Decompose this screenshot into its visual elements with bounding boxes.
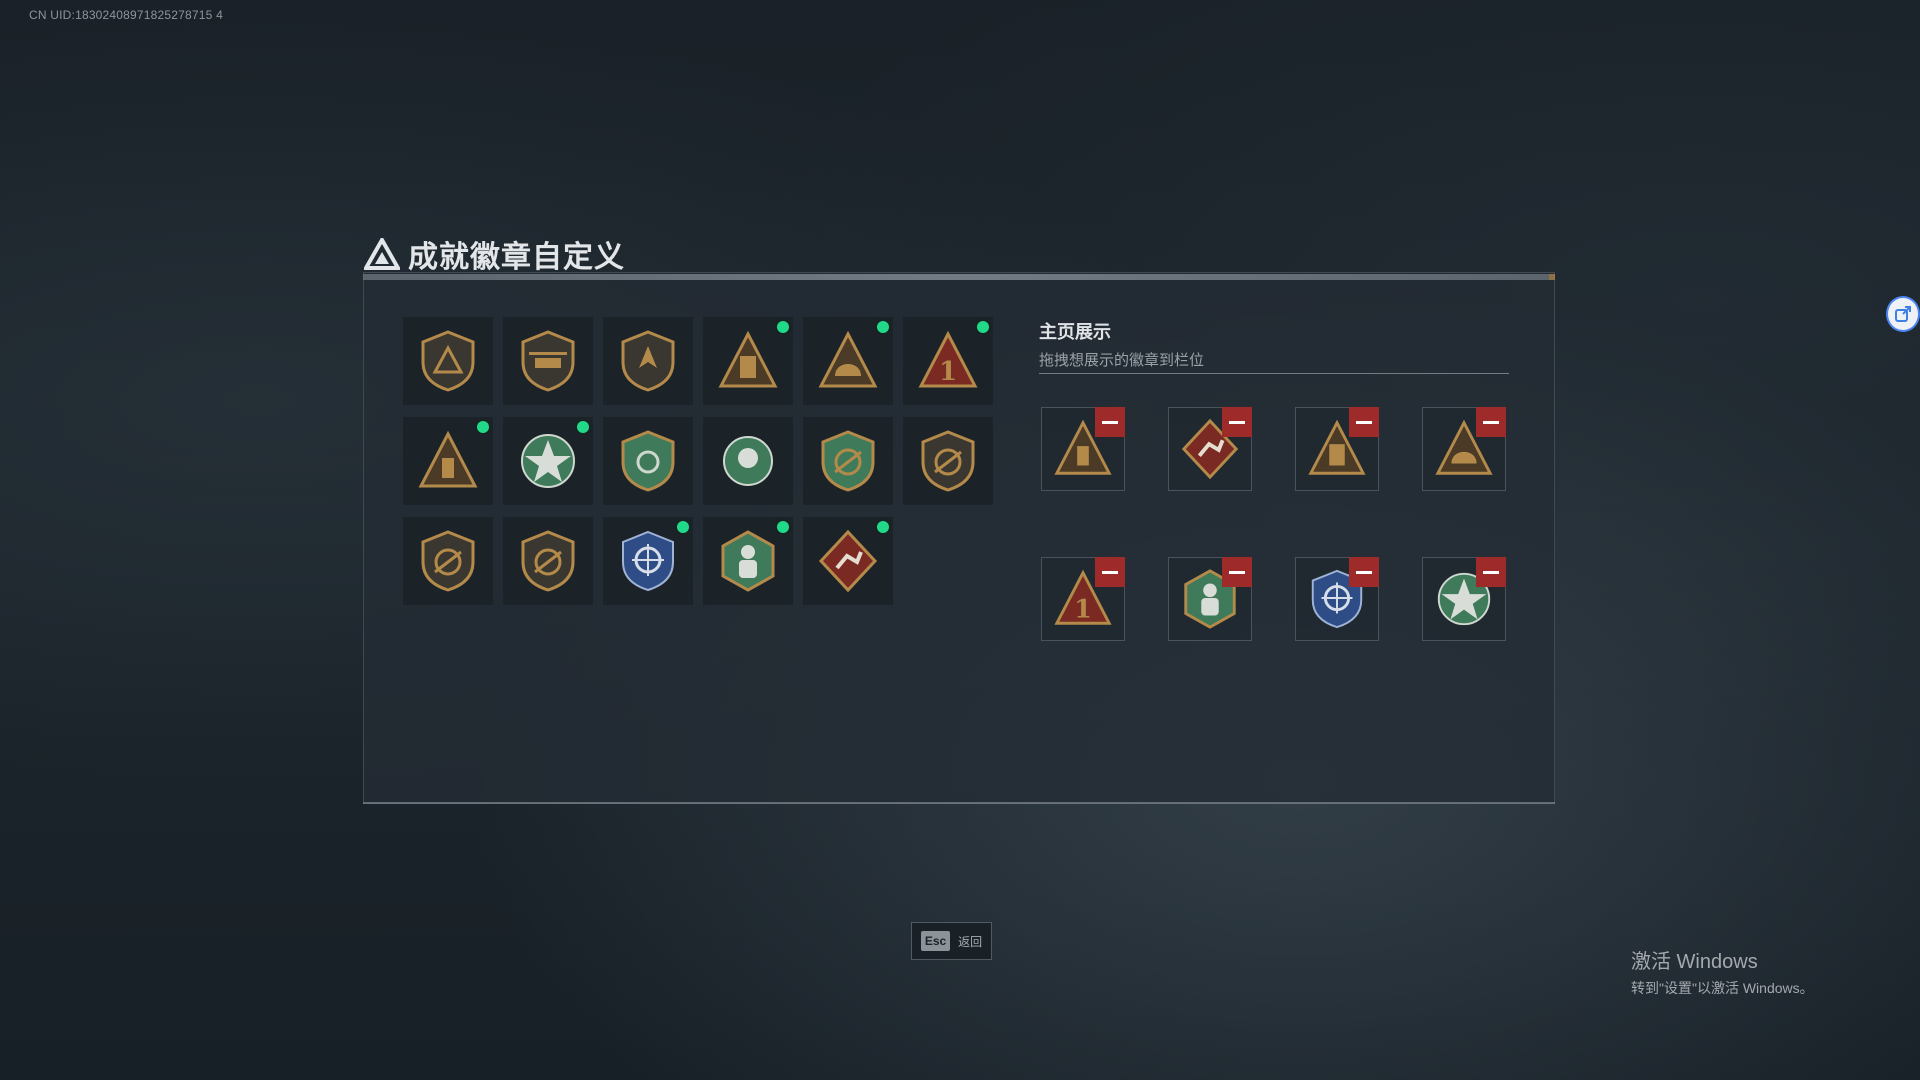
new-indicator-dot — [777, 321, 789, 333]
new-indicator-dot — [777, 521, 789, 533]
badge-cell[interactable] — [703, 517, 793, 605]
badge-cell[interactable] — [403, 317, 493, 405]
share-button[interactable] — [1886, 296, 1920, 332]
remove-badge-button[interactable] — [1095, 557, 1125, 587]
badge-cell[interactable] — [603, 417, 693, 505]
new-indicator-dot — [477, 421, 489, 433]
star-skull-badge-icon — [521, 434, 575, 488]
target-green-shield-badge-icon — [821, 430, 875, 492]
minus-icon — [1102, 420, 1118, 424]
player-uid: CN UID:18302408971825278715 4 — [29, 8, 223, 22]
badge-cell[interactable] — [803, 417, 893, 505]
badge-cell[interactable] — [903, 417, 993, 505]
showcase-slot[interactable]: 1 — [1041, 557, 1125, 641]
svg-text:1: 1 — [939, 357, 957, 387]
new-indicator-dot — [577, 421, 589, 433]
badge-cell[interactable] — [503, 317, 593, 405]
badge-cell[interactable] — [703, 317, 793, 405]
triangle-logo-icon — [364, 238, 400, 270]
svg-text:1: 1 — [1074, 593, 1092, 623]
minus-icon — [1102, 570, 1118, 574]
skull-crossbones-badge-icon — [723, 436, 773, 486]
badge-grid: 1 — [403, 317, 993, 605]
new-indicator-dot — [677, 521, 689, 533]
badge-cell[interactable] — [603, 517, 693, 605]
showcase-slot[interactable] — [1295, 557, 1379, 641]
share-icon — [1895, 306, 1911, 322]
showcase-slot[interactable] — [1295, 407, 1379, 491]
new-indicator-dot — [877, 521, 889, 533]
remove-badge-button[interactable] — [1222, 407, 1252, 437]
page-title: 成就徽章自定义 — [408, 241, 625, 274]
pyramid-shield-badge-icon — [421, 330, 475, 392]
panel-top-rule — [363, 274, 1555, 280]
remove-badge-button[interactable] — [1476, 557, 1506, 587]
tower-triangle-badge-icon — [718, 330, 778, 388]
minus-icon — [1483, 570, 1499, 574]
minus-icon — [1356, 420, 1372, 424]
rifle-shield-badge-icon — [921, 430, 975, 492]
rifle-shield-badge-icon — [521, 530, 575, 592]
showcase-slot[interactable] — [1041, 407, 1125, 491]
crosshair-blue-badge-icon — [622, 530, 674, 592]
helmet-triangle-badge-icon — [818, 330, 878, 388]
new-indicator-dot — [877, 321, 889, 333]
activation-line-2: 转到"设置"以激活 Windows。 — [1631, 980, 1814, 996]
showcase-divider — [1039, 373, 1509, 374]
badge-cell[interactable] — [803, 517, 893, 605]
badge-cell[interactable] — [503, 517, 593, 605]
runner-diamond-badge-icon — [818, 529, 878, 593]
badge-cell[interactable] — [503, 417, 593, 505]
page-header: 成就徽章自定义 — [364, 232, 625, 276]
remove-badge-button[interactable] — [1095, 407, 1125, 437]
bottle-triangle-badge-icon — [418, 430, 478, 488]
showcase-title: 主页展示 — [1039, 322, 1111, 342]
minus-icon — [1229, 570, 1245, 574]
back-label: 返回 — [958, 934, 983, 949]
bird-shield-badge-icon — [621, 330, 675, 392]
soldier-hexagon-badge-icon — [721, 530, 775, 592]
showcase-slot[interactable] — [1422, 557, 1506, 641]
remove-badge-button[interactable] — [1349, 407, 1379, 437]
badge-cell[interactable] — [703, 417, 793, 505]
rifle-shield-badge-icon — [421, 530, 475, 592]
badge-cell[interactable] — [803, 317, 893, 405]
panel-bottom-rule — [363, 802, 1555, 804]
showcase-subtitle: 拖拽想展示的徽章到栏位 — [1039, 352, 1205, 369]
minus-icon — [1229, 420, 1245, 424]
number-one-triangle-badge-icon: 1 — [918, 330, 978, 388]
helicopter-shield-badge-icon — [521, 330, 575, 392]
green-shield-badge-icon — [621, 430, 675, 492]
windows-activation-watermark: 激活 Windows 转到"设置"以激活 Windows。 — [1631, 945, 1814, 998]
badge-cell[interactable] — [603, 317, 693, 405]
badge-cell[interactable] — [403, 417, 493, 505]
showcase-header: 主页展示 拖拽想展示的徽章到栏位 — [1039, 318, 1204, 370]
remove-badge-button[interactable] — [1476, 407, 1506, 437]
showcase-slot[interactable] — [1168, 557, 1252, 641]
remove-badge-button[interactable] — [1222, 557, 1252, 587]
minus-icon — [1356, 570, 1372, 574]
back-button[interactable]: Esc 返回 — [911, 922, 992, 960]
showcase-slot[interactable] — [1168, 407, 1252, 491]
badge-cell[interactable]: 1 — [903, 317, 993, 405]
remove-badge-button[interactable] — [1349, 557, 1379, 587]
minus-icon — [1483, 420, 1499, 424]
showcase-slot[interactable] — [1422, 407, 1506, 491]
activation-line-1: 激活 Windows — [1631, 951, 1758, 973]
badge-cell[interactable] — [403, 517, 493, 605]
esc-key-icon: Esc — [920, 931, 951, 951]
new-indicator-dot — [977, 321, 989, 333]
